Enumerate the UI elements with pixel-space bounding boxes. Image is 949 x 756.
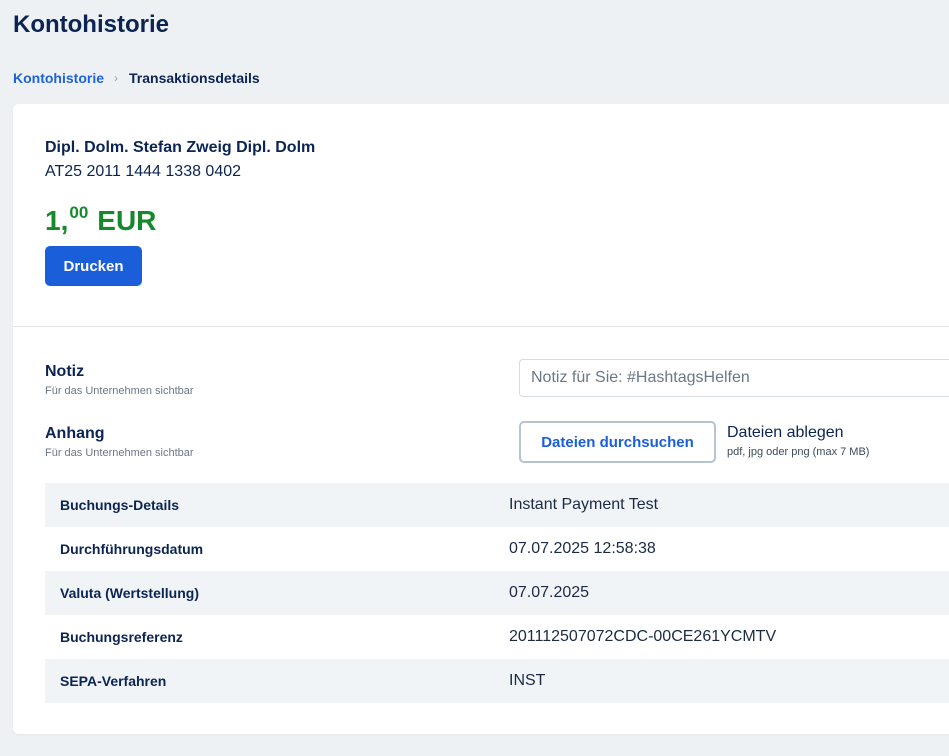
payee-name: Dipl. Dolm. Stefan Zweig Dipl. Dolm	[45, 139, 316, 156]
details-table: Buchungs-Details Instant Payment Test Du…	[45, 483, 949, 703]
detail-key: Durchführungsdatum	[60, 541, 204, 557]
table-row: Buchungs-Details Instant Payment Test	[45, 483, 949, 527]
print-button[interactable]: Drucken	[45, 246, 142, 286]
amount-currency: EUR	[97, 205, 157, 236]
table-row: Buchungsreferenz 201112507072CDC-00CE261…	[45, 615, 949, 659]
breadcrumb: Kontohistorie › Transaktionsdetails	[13, 70, 260, 86]
transaction-card: Dipl. Dolm. Stefan Zweig Dipl. Dolm AT25…	[13, 104, 949, 734]
detail-value: INST	[509, 672, 546, 689]
divider	[13, 326, 949, 327]
amount-major: 1,	[45, 205, 69, 236]
payee-iban: AT25 2011 1444 1338 0402	[45, 163, 242, 180]
amount-minor: 00	[69, 203, 89, 222]
browse-files-button[interactable]: Dateien durchsuchen	[519, 421, 716, 463]
detail-key: Buchungsreferenz	[60, 629, 183, 645]
table-row: Valuta (Wertstellung) 07.07.2025	[45, 571, 949, 615]
page-title: Kontohistorie	[13, 11, 169, 38]
detail-value: Instant Payment Test	[509, 496, 659, 513]
attachment-sublabel: Für das Unternehmen sichtbar	[45, 447, 194, 459]
note-sublabel: Für das Unternehmen sichtbar	[45, 385, 194, 397]
detail-key: Buchungs-Details	[60, 497, 180, 513]
table-row: Durchführungsdatum 07.07.2025 12:58:38	[45, 527, 949, 571]
file-type-hint: pdf, jpg oder png (max 7 MB)	[727, 446, 870, 458]
breadcrumb-link-kontohistorie[interactable]: Kontohistorie	[13, 70, 104, 86]
chevron-right-icon: ›	[114, 71, 118, 85]
attachment-label: Anhang	[45, 425, 105, 442]
detail-value: 07.07.2025	[509, 584, 590, 601]
detail-value: 201112507072CDC-00CE261YCMTV	[509, 628, 777, 645]
table-row: SEPA-Verfahren INST	[45, 659, 949, 703]
detail-key: SEPA-Verfahren	[60, 673, 167, 689]
note-label: Notiz	[45, 363, 85, 380]
detail-key: Valuta (Wertstellung)	[60, 585, 199, 601]
breadcrumb-current: Transaktionsdetails	[129, 70, 260, 86]
note-input[interactable]	[519, 359, 949, 397]
file-drop-label[interactable]: Dateien ablegen	[727, 424, 844, 442]
amount: 1,00 EUR	[45, 203, 156, 237]
detail-value: 07.07.2025 12:58:38	[509, 540, 656, 557]
